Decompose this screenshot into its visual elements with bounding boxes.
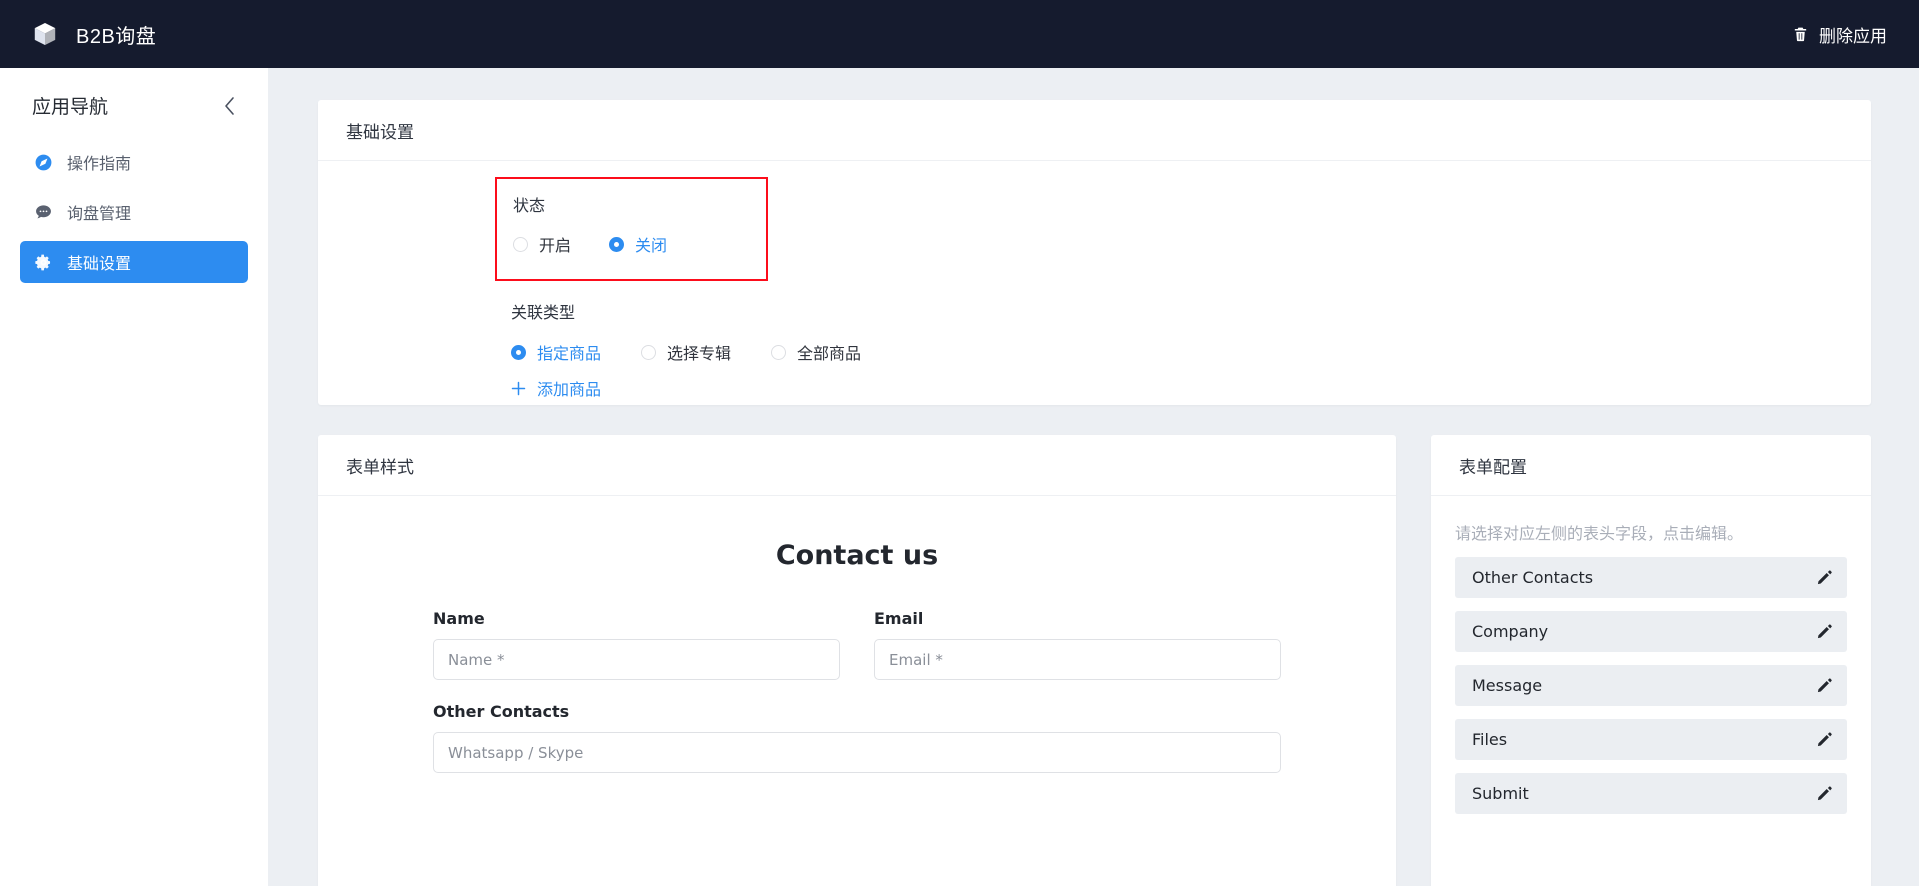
preview-field-other-contacts-label: Other Contacts (433, 702, 570, 721)
plus-icon (511, 381, 526, 395)
other-contacts-input[interactable] (433, 732, 1281, 773)
config-item-company[interactable]: Company (1455, 611, 1847, 652)
sidebar-header: 应用导航 (0, 68, 268, 119)
radio-dot-icon (511, 344, 526, 360)
radio-dot-icon (513, 236, 528, 252)
pencil-icon[interactable] (1816, 677, 1833, 694)
config-item-label: Other Contacts (1472, 568, 1594, 587)
delete-app-label: 删除应用 (1819, 26, 1887, 46)
status-radio-off-label: 关闭 (635, 238, 668, 255)
preview-field-name-label: Name (433, 609, 485, 628)
form-config-card: 表单配置 请选择对应左侧的表头字段，点击编辑。 Other Contacts C… (1431, 435, 1871, 886)
form-config-header: 表单配置 (1431, 435, 1871, 496)
relate-radio-specified[interactable]: 指定商品 (511, 340, 601, 364)
config-item-label: Files (1472, 730, 1508, 749)
status-radio-group: 开启 关闭 (513, 232, 766, 256)
add-product-button[interactable]: 添加商品 (511, 376, 901, 400)
form-preview: Contact us Name Email Other Contacts (318, 496, 1396, 773)
form-config-body: 请选择对应左侧的表头字段，点击编辑。 Other Contacts Compan… (1431, 496, 1871, 814)
config-item-other-contacts[interactable]: Other Contacts (1455, 557, 1847, 598)
form-style-card: 表单样式 Contact us Name Email (318, 435, 1396, 886)
sidebar-item-label-inquiry: 询盘管理 (67, 206, 132, 223)
cube-icon (34, 22, 56, 46)
form-style-header: 表单样式 (318, 435, 1396, 496)
bottom-row: 表单样式 Contact us Name Email (318, 435, 1871, 886)
sidebar-item-inquiry[interactable]: 询盘管理 (20, 191, 248, 233)
config-item-files[interactable]: Files (1455, 719, 1847, 760)
relate-radio-album[interactable]: 选择专辑 (641, 340, 731, 364)
delete-app-button[interactable]: 删除应用 (1784, 16, 1895, 53)
preview-field-other-contacts: Other Contacts (433, 702, 1281, 773)
relate-radio-all-label: 全部商品 (797, 346, 862, 363)
preview-field-email-label: Email (874, 609, 924, 628)
basic-settings-header: 基础设置 (318, 100, 1871, 161)
status-radio-off[interactable]: 关闭 (609, 232, 667, 256)
main-content: 基础设置 状态 开启 关闭 关联类型 指定商品 选择专辑 全部商品 添加商品 表… (268, 68, 1919, 886)
gear-icon (35, 254, 51, 270)
relate-type-block: 关联类型 指定商品 选择专辑 全部商品 添加商品 (511, 299, 901, 400)
radio-dot-icon (641, 344, 657, 360)
radio-dot-icon (771, 344, 787, 360)
preview-heading: Contact us (775, 540, 939, 571)
basic-settings-body: 状态 开启 关闭 关联类型 指定商品 选择专辑 全部商品 添加商品 (318, 161, 1871, 399)
pencil-icon[interactable] (1816, 785, 1833, 802)
sidebar-item-label-guide: 操作指南 (67, 156, 132, 173)
config-item-submit[interactable]: Submit (1455, 773, 1847, 814)
relate-radio-album-label: 选择专辑 (667, 346, 732, 363)
radio-dot-icon (609, 236, 625, 252)
status-highlight-box: 状态 开启 关闭 (495, 177, 768, 281)
status-radio-on[interactable]: 开启 (513, 232, 571, 256)
form-config-hint: 请选择对应左侧的表头字段，点击编辑。 (1455, 526, 1744, 543)
preview-field-email: Email (874, 609, 1281, 680)
pencil-icon[interactable] (1816, 623, 1833, 640)
config-item-label: Submit (1472, 784, 1529, 803)
pencil-icon[interactable] (1816, 731, 1833, 748)
sidebar-nav: 操作指南 询盘管理 基础设置 (0, 141, 268, 283)
relate-radio-all[interactable]: 全部商品 (771, 340, 861, 364)
add-product-label: 添加商品 (537, 382, 602, 399)
top-bar: B2B询盘 删除应用 (0, 0, 1919, 68)
chevron-left-glyph (224, 96, 234, 115)
trash-icon (1794, 27, 1807, 42)
brand: B2B询盘 (32, 20, 156, 49)
sidebar-item-basic-settings[interactable]: 基础设置 (20, 241, 248, 283)
form-style-title: 表单样式 (346, 457, 414, 477)
config-item-message[interactable]: Message (1455, 665, 1847, 706)
preview-field-row: Name Email (433, 609, 1281, 680)
chat-bubble-icon (36, 204, 51, 218)
email-input[interactable] (874, 639, 1281, 680)
config-item-label: Message (1472, 676, 1543, 695)
name-input[interactable] (433, 639, 840, 680)
sidebar: 应用导航 操作指南 询盘管理 基础设置 (0, 68, 268, 886)
sidebar-title: 应用导航 (32, 97, 109, 118)
config-item-label: Company (1472, 622, 1549, 641)
chevron-left-icon[interactable] (218, 95, 240, 117)
brand-title: B2B询盘 (76, 25, 157, 48)
relate-radio-specified-label: 指定商品 (537, 346, 602, 363)
status-label: 状态 (513, 198, 546, 215)
compass-icon (35, 154, 52, 170)
basic-settings-card: 基础设置 状态 开启 关闭 关联类型 指定商品 选择专辑 全部商品 添加商品 (318, 100, 1871, 405)
pencil-icon[interactable] (1816, 569, 1833, 586)
basic-settings-title: 基础设置 (346, 122, 414, 142)
sidebar-item-label-basic-settings: 基础设置 (67, 256, 132, 273)
preview-form: Name Email Other Contacts (318, 609, 1396, 773)
status-radio-on-label: 开启 (539, 238, 572, 255)
form-config-title: 表单配置 (1459, 457, 1527, 477)
relate-type-radio-group: 指定商品 选择专辑 全部商品 (511, 340, 901, 364)
sidebar-item-guide[interactable]: 操作指南 (20, 141, 248, 183)
preview-field-name: Name (433, 609, 840, 680)
relate-type-label: 关联类型 (511, 305, 576, 322)
